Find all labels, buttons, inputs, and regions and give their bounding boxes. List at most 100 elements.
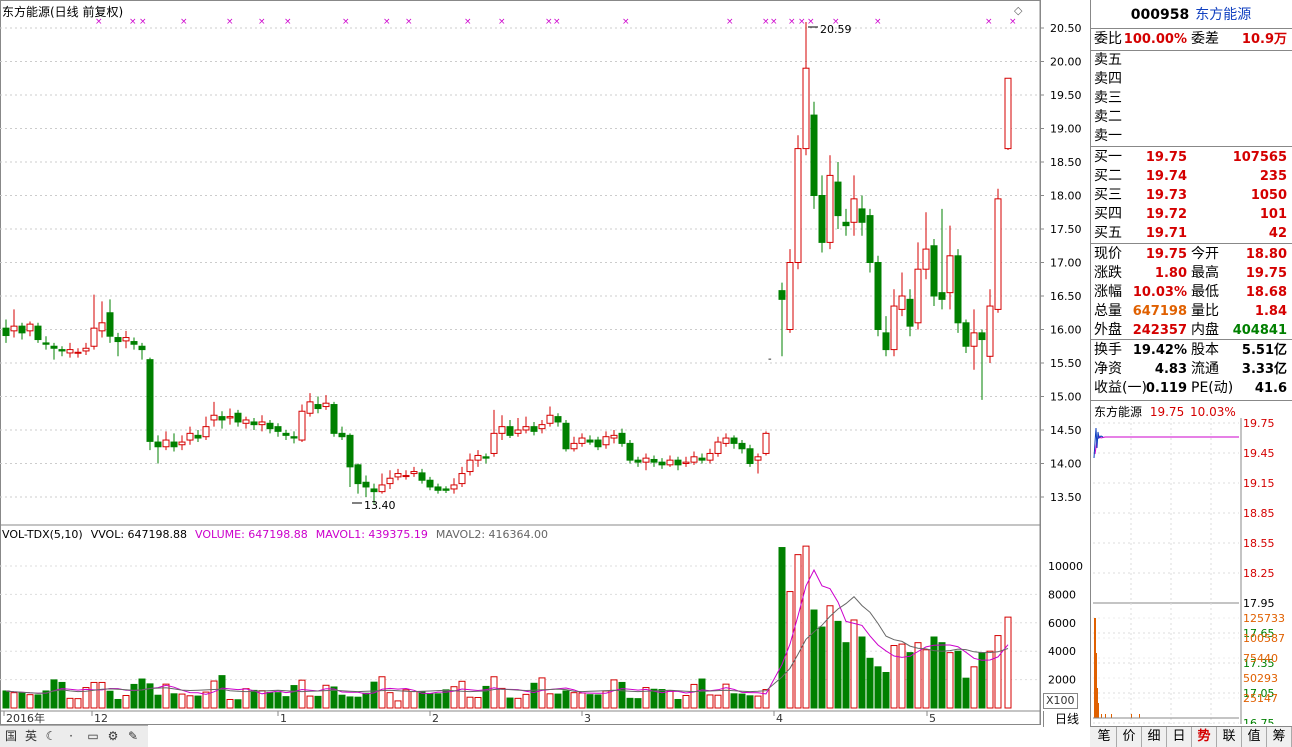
stat2-row-value1: 4.83 [1154, 362, 1187, 377]
candle-up [74, 348, 82, 358]
sell-row: 卖二 [1091, 108, 1291, 127]
volume-bar-up [226, 698, 234, 709]
mini-vol-bar [1094, 618, 1096, 718]
candle-down [354, 463, 362, 494]
candle-down [266, 419, 274, 434]
buy-row-value1: 19.75 [1145, 150, 1187, 165]
stat-row-label: 现价 [1094, 246, 1122, 262]
candle-up [378, 473, 386, 494]
candle-up [794, 135, 802, 270]
settings-icon[interactable]: ⚙ [104, 728, 122, 744]
period-label[interactable]: 日线 [1043, 711, 1090, 727]
stat-row-value1: 1.80 [1154, 266, 1187, 281]
tab-6[interactable]: 值 [1242, 727, 1267, 747]
volume-bar-down [626, 697, 634, 709]
volume-bar-up [610, 679, 618, 709]
candle-up [242, 416, 250, 429]
tab-7[interactable]: 筹 [1267, 727, 1292, 747]
volume-unit-label[interactable]: X100 [1043, 693, 1078, 709]
stat-row-label: 涨跌 [1094, 265, 1122, 281]
stat-row-label: 总量 [1094, 303, 1122, 319]
volume-bar-up [570, 692, 578, 709]
volume-bar-up [826, 605, 834, 709]
signal-marker: × [622, 17, 630, 27]
candle-down [42, 336, 50, 350]
buy-row: 买三 19.73 1050 [1091, 186, 1291, 205]
candle-up [546, 406, 554, 427]
stat-row-label2: 内盘 [1191, 322, 1219, 338]
candle-down [218, 411, 226, 429]
tab-4[interactable]: 势 [1192, 727, 1217, 747]
moon-icon[interactable]: ☾ [42, 728, 60, 744]
volume-bar-up [514, 697, 522, 709]
price-tick-label: 20.00 [1050, 56, 1082, 69]
tool-icon[interactable]: ✎ [124, 728, 142, 744]
volume-bar-up [402, 689, 410, 709]
candle-down [114, 332, 122, 357]
date-label: 1 [280, 712, 287, 725]
divider [1091, 400, 1292, 401]
price-tick-label: 16.50 [1050, 290, 1082, 303]
volume-bar-up [666, 690, 674, 709]
mini-vol-bar [1131, 714, 1132, 718]
candle-down [866, 208, 874, 273]
english-button[interactable]: 英 [22, 728, 40, 744]
volume-bar-up [186, 695, 194, 709]
weibi-label: 委比 [1094, 31, 1122, 47]
candle-up [162, 431, 170, 451]
tab-3[interactable]: 日 [1167, 727, 1192, 747]
tab-2[interactable]: 细 [1142, 727, 1167, 747]
sell-row: 卖一 [1091, 127, 1291, 146]
signal-marker: × [405, 17, 413, 27]
volume-bar-down [978, 652, 986, 709]
candle-down [730, 435, 738, 449]
candle-up [922, 212, 930, 280]
kline-chart-svg[interactable]: 20.50 20.00 19.50 19.00 18.50 18.00 17.50 17.00… [0, 0, 1090, 746]
mini-pct: 10.03% [1190, 405, 1236, 419]
volume-bar-down [34, 694, 42, 709]
mini-avg-line [1094, 435, 1239, 455]
volume-bar-up [578, 692, 586, 709]
sell-row-label: 卖一 [1094, 128, 1122, 144]
mini-price-tick: 17.95 [1243, 597, 1275, 610]
volume-bar-down [962, 677, 970, 709]
candle-down [234, 409, 242, 427]
volume-bar-up [994, 635, 1002, 709]
candle-down [362, 475, 370, 497]
candle-down [858, 195, 866, 236]
stat-row-label2: 最低 [1191, 284, 1219, 300]
candle-up [386, 470, 394, 489]
candle-up [10, 309, 18, 338]
divider [1091, 28, 1292, 29]
buy-row-volume: 101 [1259, 207, 1287, 222]
volume-bar-down [842, 642, 850, 709]
stat2-row-value2: 5.51亿 [1241, 343, 1287, 358]
tab-5[interactable]: 联 [1217, 727, 1242, 747]
intraday-mini-chart[interactable]: 19.7519.4519.1518.8518.5518.2517.9517.65… [1091, 418, 1292, 724]
mini-vol-bar [1097, 688, 1098, 718]
kline-chart-area[interactable]: 20.50 20.00 19.50 19.00 18.50 18.00 17.50 17.00… [0, 0, 1090, 747]
tab-0[interactable]: 笔 [1092, 727, 1117, 747]
volume-bar-up [850, 619, 858, 709]
volume-bar-up [642, 687, 650, 709]
volume-bar-up [762, 689, 770, 709]
candle-up [394, 468, 402, 481]
tab-1[interactable]: 价 [1117, 727, 1142, 747]
guo-button[interactable]: 国 [2, 728, 20, 744]
price-tick-label: 18.00 [1050, 190, 1082, 203]
dot-icon[interactable]: · [62, 728, 80, 744]
stat-row: 现价 19.75 今开 18.80 [1091, 245, 1291, 264]
volume-bar-up [450, 686, 458, 709]
keyboard-icon[interactable]: ▭ [84, 728, 102, 744]
volume-bar-up [10, 692, 18, 709]
volume-bar-up [122, 695, 130, 709]
candle-up [474, 450, 482, 467]
volume-bar-down [634, 698, 642, 709]
candle-down [882, 316, 890, 357]
buy-row-value1: 19.74 [1145, 169, 1187, 184]
signal-marker: × [553, 17, 561, 27]
signal-marker: × [1009, 17, 1017, 27]
mini-price-tick: 18.25 [1243, 567, 1275, 580]
buy-row-label: 买四 [1094, 206, 1122, 222]
volume-bar-down [506, 697, 514, 709]
